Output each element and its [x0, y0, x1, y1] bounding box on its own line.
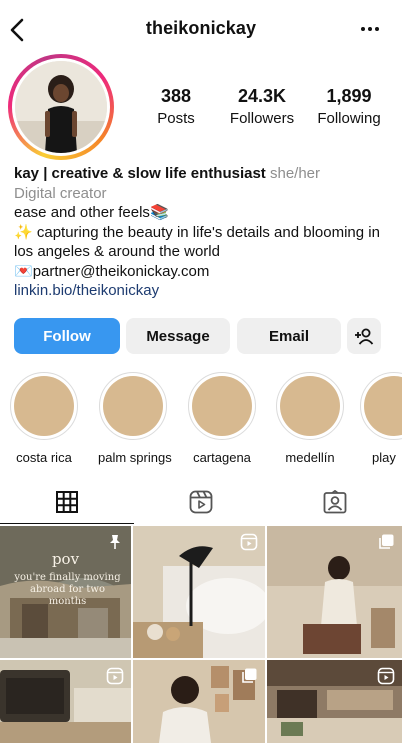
- bio-line-2: ✨ capturing the beauty in life's details…: [14, 223, 394, 262]
- reel-icon: [106, 667, 124, 685]
- followers-count-value: 24.3K: [237, 86, 287, 106]
- follow-button[interactable]: Follow: [14, 318, 120, 354]
- highlight-label: medellín: [285, 450, 335, 465]
- post-thumbnail[interactable]: [0, 660, 131, 743]
- post-overlay-subtitle: you're finally moving abroad for two mon…: [14, 572, 121, 607]
- posts-count: 388 Posts: [146, 86, 206, 127]
- story-ring[interactable]: [8, 54, 114, 160]
- reel-icon: [377, 667, 395, 685]
- posts-grid: pov you're finally moving abroad for two…: [0, 526, 402, 743]
- tab-reels[interactable]: [134, 480, 268, 524]
- post-thumbnail[interactable]: pov you're finally moving abroad for two…: [0, 526, 131, 658]
- message-button[interactable]: Message: [126, 318, 230, 354]
- carousel-icon: [242, 668, 257, 683]
- bio-name-line: kay | creative & slow life enthusiast sh…: [14, 164, 394, 184]
- highlight-item[interactable]: costa rica: [9, 372, 79, 465]
- highlight-cover: [10, 372, 78, 440]
- bio-email[interactable]: partner@theikonickay.com: [33, 263, 210, 280]
- highlight-label: palm springs: [98, 450, 172, 465]
- love-letter-emoji: 💌: [14, 262, 33, 280]
- highlight-cover: [99, 372, 167, 440]
- highlight-item[interactable]: play: [360, 372, 402, 465]
- highlight-item[interactable]: medellín: [275, 372, 345, 465]
- avatar: [15, 61, 107, 153]
- highlight-label: cartagena: [193, 450, 251, 465]
- more-options-icon[interactable]: [360, 22, 380, 36]
- bio-category: Digital creator: [14, 184, 107, 202]
- post-thumbnail[interactable]: [133, 660, 265, 743]
- sparkles-emoji: ✨: [14, 223, 33, 241]
- tab-tagged[interactable]: [268, 480, 402, 524]
- top-bar: theikonickay: [0, 0, 402, 58]
- books-emoji: 📚: [149, 204, 169, 221]
- highlight-cover: [188, 372, 256, 440]
- profile-username: theikonickay: [145, 18, 257, 38]
- bio-line-2-text: capturing the beauty in life's details a…: [14, 223, 380, 261]
- pinned-icon: [110, 535, 120, 549]
- highlight-item[interactable]: cartagena: [187, 372, 257, 465]
- highlight-label: play: [372, 450, 396, 465]
- highlight-item[interactable]: palm springs: [98, 372, 172, 465]
- following-count-value: 1,899: [326, 86, 372, 106]
- bio-email-line: 💌partner@theikonickay.com: [14, 262, 394, 282]
- highlight-cover: [360, 372, 402, 440]
- profile-bio: kay | creative & slow life enthusiast sh…: [14, 164, 394, 301]
- following-count-label: Following: [317, 110, 381, 127]
- profile-tabs: [0, 480, 402, 524]
- tab-posts-grid[interactable]: [0, 480, 134, 524]
- email-button[interactable]: Email: [237, 318, 341, 354]
- following-count[interactable]: 1,899 Following: [312, 86, 386, 127]
- posts-count-label: Posts: [157, 110, 195, 127]
- bio-line-1: ease and other feels📚: [14, 203, 394, 223]
- bio-pronouns: she/her: [269, 165, 321, 182]
- post-overlay-title: pov: [51, 550, 80, 568]
- highlight-cover: [276, 372, 344, 440]
- reels-icon: [189, 490, 213, 514]
- posts-count-value: 388: [160, 86, 192, 106]
- bio-line-1-text: ease and other feels: [14, 204, 150, 221]
- post-thumbnail[interactable]: [267, 660, 402, 743]
- bio-website-link[interactable]: linkin.bio/theikonickay: [14, 281, 394, 301]
- suggested-accounts-button[interactable]: [347, 318, 381, 354]
- add-person-icon: [355, 328, 374, 345]
- grid-icon: [56, 491, 78, 513]
- reel-icon: [240, 533, 258, 551]
- post-thumbnail[interactable]: [133, 526, 265, 658]
- tagged-person-icon: [323, 490, 347, 514]
- bio-display-name: kay | creative & slow life enthusiast: [14, 165, 266, 182]
- followers-count[interactable]: 24.3K Followers: [222, 86, 302, 127]
- post-thumbnail[interactable]: [267, 526, 402, 658]
- active-tab-indicator: [0, 523, 134, 524]
- carousel-icon: [379, 534, 394, 549]
- followers-count-label: Followers: [229, 110, 295, 127]
- highlight-label: costa rica: [16, 450, 72, 465]
